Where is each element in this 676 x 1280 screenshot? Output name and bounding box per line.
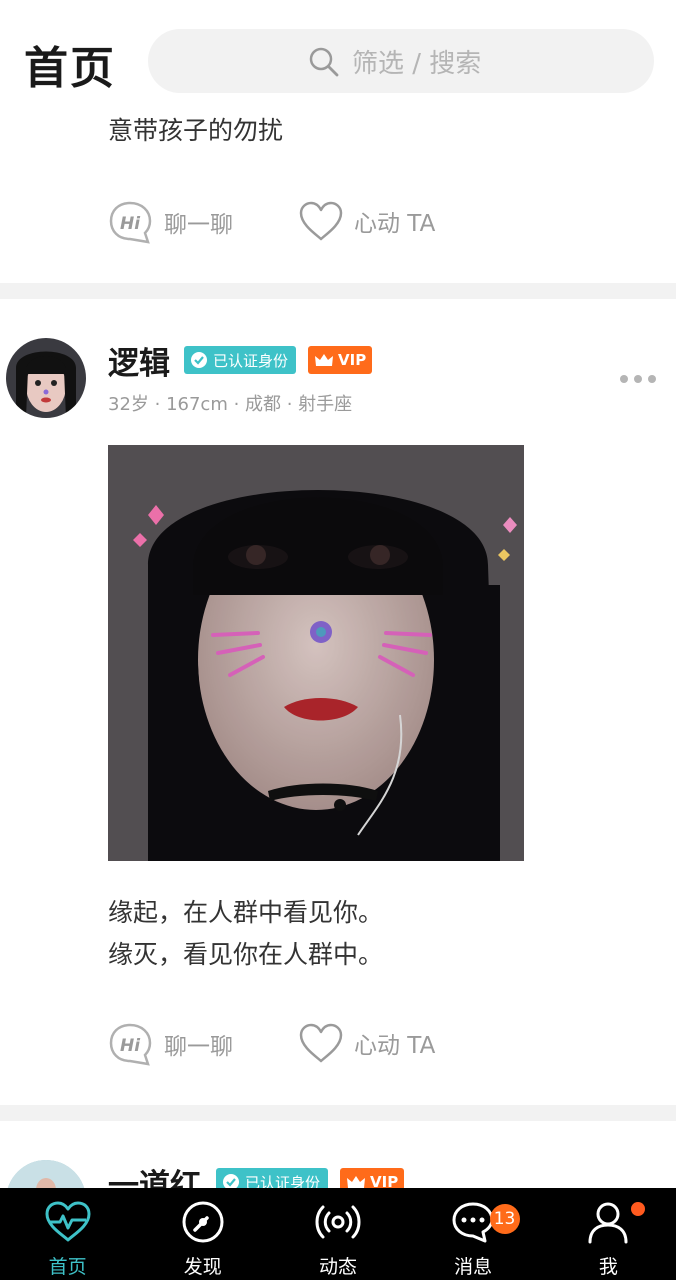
more-dot-icon (648, 375, 656, 383)
verified-badge: 已认证身份 (184, 346, 297, 374)
feed[interactable]: 意带孩子的勿扰 Hi 聊一聊 心动 TA 逻辑 已认证身份 VIP 32岁 · … (0, 0, 676, 1188)
more-dot-icon (634, 375, 642, 383)
tab-label: 动态 (318, 1256, 357, 1278)
broadcast-icon (315, 1205, 361, 1239)
verified-label: 已认证身份 (213, 351, 289, 370)
tab-feed[interactable]: 动态 (270, 1188, 405, 1280)
search-bar[interactable]: 筛选 / 搜索 (148, 29, 654, 93)
avatar[interactable] (6, 1160, 86, 1188)
vip-label: VIP (370, 1173, 399, 1188)
verified-check-icon (191, 352, 207, 368)
crown-icon (347, 1176, 365, 1188)
tab-messages[interactable]: 13 消息 (406, 1188, 541, 1280)
user-meta: 32岁 · 167cm · 成都 · 射手座 (108, 394, 353, 415)
more-dot-icon (620, 375, 628, 383)
tab-label: 我 (598, 1256, 618, 1278)
heartbeat-icon (45, 1201, 91, 1242)
user-name[interactable]: 一道红 (108, 1160, 201, 1188)
like-label: 心动 TA (354, 1033, 436, 1059)
more-options-button[interactable] (620, 375, 656, 383)
like-label: 心动 TA (354, 211, 436, 237)
hi-chat-icon: Hi (109, 201, 152, 244)
verified-badge: 已认证身份 (216, 1168, 329, 1189)
tab-label: 发现 (183, 1256, 222, 1278)
verified-label: 已认证身份 (245, 1173, 321, 1189)
unread-count-badge: 13 (489, 1204, 520, 1234)
post-text: 意带孩子的勿扰 (108, 110, 283, 152)
profile-icon (588, 1202, 628, 1244)
chat-label: 聊一聊 (164, 1034, 233, 1060)
svg-text:Hi: Hi (120, 214, 141, 234)
heart-icon (299, 1023, 343, 1063)
vip-badge: VIP (308, 346, 373, 374)
tab-label: 消息 (454, 1256, 493, 1278)
svg-text:Hi: Hi (120, 1036, 141, 1056)
like-button[interactable]: 心动 TA (298, 200, 435, 242)
post-text-line: 缘起，在人群中看见你。 (108, 898, 384, 927)
chat-button[interactable]: Hi 聊一聊 (108, 1022, 233, 1066)
search-placeholder: 筛选 / 搜索 (352, 49, 482, 79)
post-text-line: 缘灭，看见你在人群中。 (108, 940, 384, 969)
verified-check-icon (223, 1174, 239, 1188)
post-text-line: 意带孩子的勿扰 (108, 116, 284, 145)
compass-icon (182, 1201, 224, 1243)
post-divider (0, 283, 676, 299)
tab-discover[interactable]: 发现 (135, 1188, 270, 1280)
vip-badge: VIP (340, 1168, 405, 1188)
search-icon (309, 47, 339, 76)
heart-icon (299, 201, 343, 241)
tab-label: 首页 (48, 1256, 87, 1278)
avatar[interactable] (6, 338, 86, 418)
hi-chat-icon: Hi (109, 1023, 152, 1066)
post-photo[interactable] (108, 445, 524, 861)
chat-label: 聊一聊 (164, 212, 233, 238)
bottom-tab-bar: 首页 发现 动态 13 消息 我 (0, 1188, 676, 1280)
crown-icon (315, 354, 333, 366)
chat-bubble-icon (452, 1202, 494, 1243)
header: 首页 筛选 / 搜索 (0, 0, 676, 115)
page-title: 首页 (24, 43, 116, 94)
vip-label: VIP (338, 351, 367, 369)
chat-button[interactable]: Hi 聊一聊 (108, 200, 233, 244)
post-text: 缘起，在人群中看见你。 缘灭，看见你在人群中。 (108, 892, 383, 976)
tab-me[interactable]: 我 (541, 1188, 676, 1280)
user-name[interactable]: 逻辑 (108, 338, 170, 383)
tab-home[interactable]: 首页 (0, 1188, 135, 1280)
like-button[interactable]: 心动 TA (298, 1022, 435, 1064)
post-divider (0, 1105, 676, 1121)
notification-dot (630, 1202, 645, 1216)
